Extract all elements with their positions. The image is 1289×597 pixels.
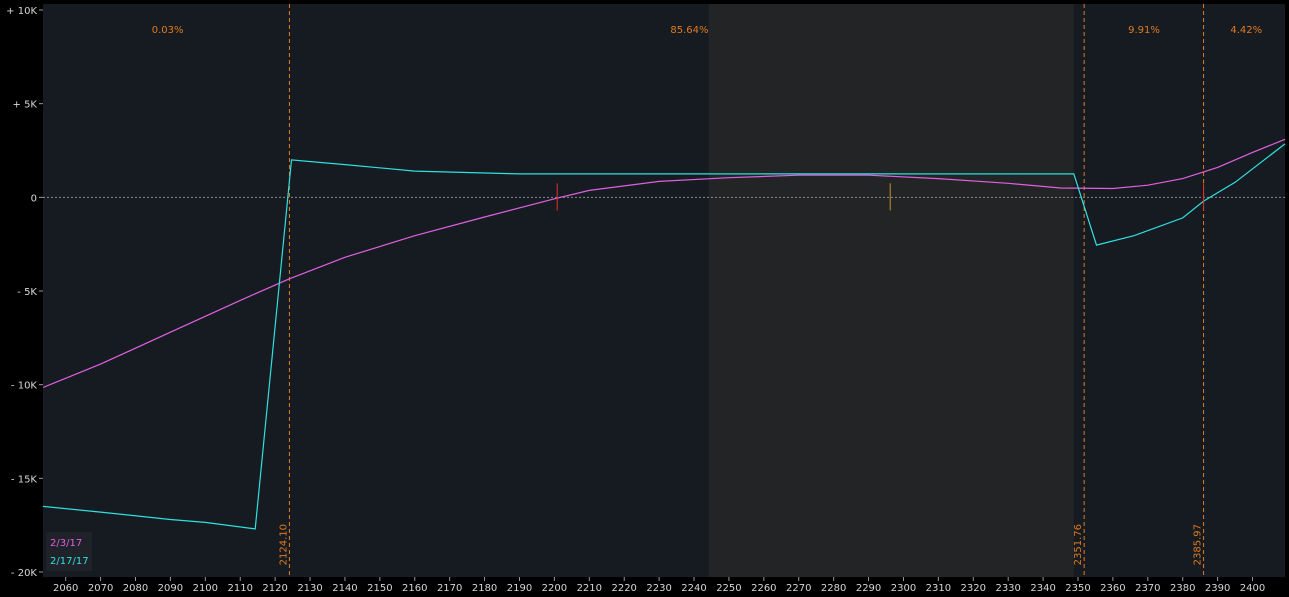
x-tick-label: 2380	[1170, 583, 1195, 594]
x-tick-label: 2240	[681, 583, 706, 594]
x-tick-label: 2290	[856, 583, 881, 594]
x-tick-label: 2110	[227, 583, 252, 594]
x-tick-label: 2350	[1065, 583, 1090, 594]
x-tick-label: 2370	[1135, 583, 1160, 594]
expected-range-shading	[708, 4, 1074, 577]
x-tick-label: 2150	[367, 583, 392, 594]
legend: 2/3/17 2/17/17	[46, 532, 92, 571]
y-tick-label: - 10K	[11, 381, 38, 392]
probability-label: 9.91%	[1128, 25, 1160, 36]
x-tick-label: 2200	[542, 583, 567, 594]
x-tick-label: 2220	[611, 583, 636, 594]
x-tick-label: 2100	[193, 583, 218, 594]
y-tick-label: + 5K	[13, 100, 38, 111]
x-tick-label: 2260	[751, 583, 776, 594]
x-tick-label: 2160	[402, 583, 427, 594]
breakeven-label: 2385.97	[1193, 524, 1204, 565]
x-tick-label: 2130	[297, 583, 322, 594]
plot-area	[43, 4, 1285, 577]
chart-svg: + 10K + 5K 0 - 5K - 10K - 15K - 20K 2060 2070 20…	[0, 0, 1289, 597]
breakeven-label: 2351.76	[1073, 524, 1084, 565]
x-tick-label: 2270	[786, 583, 811, 594]
probability-label: 4.42%	[1230, 25, 1262, 36]
x-tick-label: 2390	[1205, 583, 1230, 594]
x-tick-label: 2400	[1240, 583, 1265, 594]
y-tick-label: + 10K	[6, 6, 37, 17]
x-tick-label: 2330	[995, 583, 1020, 594]
breakeven-label: 2124.10	[278, 524, 289, 565]
x-tick-label: 2210	[577, 583, 602, 594]
x-tick-label: 2070	[88, 583, 113, 594]
x-tick-label: 2340	[1030, 583, 1055, 594]
y-tick-label: - 15K	[11, 474, 38, 485]
x-tick-label: 2230	[646, 583, 671, 594]
x-tick-label: 2300	[891, 583, 916, 594]
x-tick-label: 2140	[332, 583, 357, 594]
y-tick-label: - 20K	[11, 568, 38, 579]
legend-entry-series-2: 2/17/17	[50, 556, 89, 567]
x-tick-label: 2280	[821, 583, 846, 594]
x-tick-label: 2250	[716, 583, 741, 594]
x-tick-label: 2090	[158, 583, 183, 594]
x-tick-label: 2060	[53, 583, 78, 594]
y-tick-label: - 5K	[17, 287, 37, 298]
y-tick-label: 0	[31, 193, 37, 204]
risk-profile-chart: + 10K + 5K 0 - 5K - 10K - 15K - 20K 2060 2070 20…	[0, 0, 1289, 597]
x-tick-label: 2120	[262, 583, 287, 594]
probability-label: 0.03%	[152, 25, 184, 36]
x-tick-label: 2310	[926, 583, 951, 594]
probability-label: 85.64%	[670, 25, 708, 36]
x-tick-label: 2180	[472, 583, 497, 594]
x-tick-label: 2170	[437, 583, 462, 594]
legend-entry-series-1: 2/3/17	[50, 538, 82, 549]
x-tick-label: 2190	[507, 583, 532, 594]
x-tick-label: 2320	[961, 583, 986, 594]
x-tick-label: 2080	[123, 583, 148, 594]
x-tick-label: 2360	[1100, 583, 1125, 594]
